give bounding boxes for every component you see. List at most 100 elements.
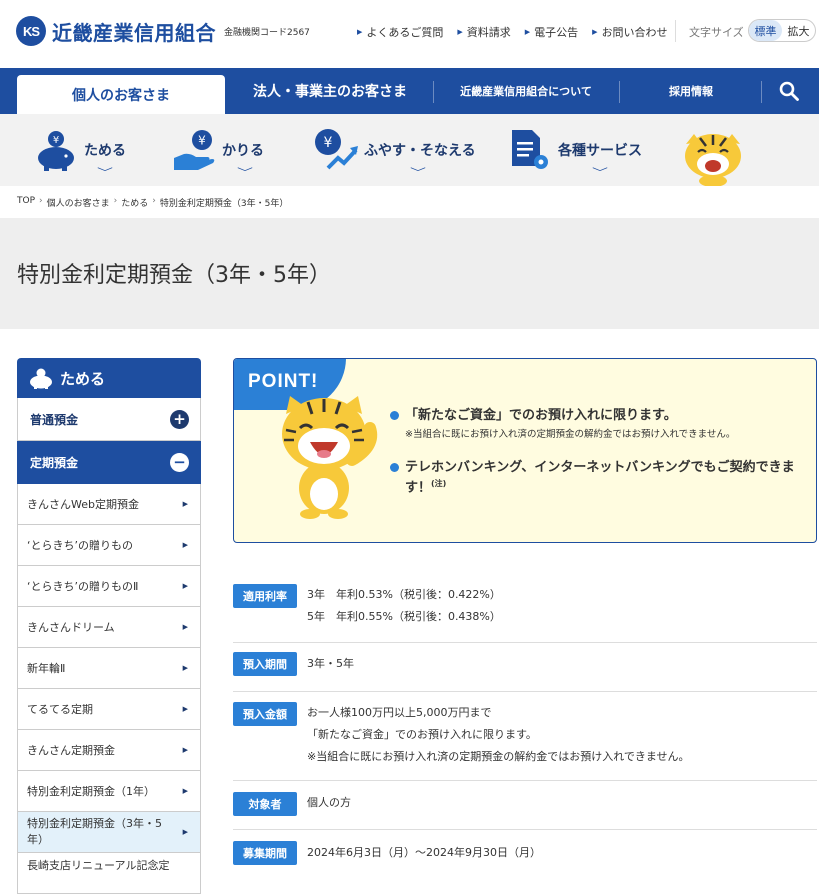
- svg-text:¥: ¥: [53, 135, 59, 146]
- sidebar-item-teiki[interactable]: 定期預金 −: [17, 441, 201, 484]
- site-header: KS 近畿産業信用組合 金融機関コード2567 ▶ よくあるご質問 ▶ 資料請求 ▶…: [0, 0, 819, 68]
- logo-mark: KS: [16, 16, 46, 46]
- font-size-label: 文字サイズ: [689, 26, 744, 39]
- svg-text:¥: ¥: [324, 135, 333, 151]
- point-bullet: テレホンバンキング、インターネットバンキングでもご契約できます！(注): [390, 458, 806, 499]
- sidebar-item-label: 普通預金: [30, 412, 79, 427]
- chevron-right-icon: ›: [152, 196, 156, 206]
- sidebar-subitem[interactable]: 新年輪Ⅱ ▶: [17, 648, 201, 689]
- piggy-bank-icon: [30, 368, 52, 389]
- breadcrumb-personal[interactable]: 個人のお客さま: [47, 196, 110, 209]
- breadcrumb-top[interactable]: TOP: [17, 196, 35, 209]
- sidebar-subitem[interactable]: きんさんWeb定期預金 ▶: [17, 484, 201, 525]
- coin-hand-icon: ¥: [174, 130, 215, 170]
- chevron-right-icon: ›: [113, 196, 118, 206]
- chevron-right-icon: ▶: [457, 28, 463, 36]
- detail-label: 募集期間: [233, 841, 297, 865]
- breadcrumb-current: 特別金利定期預金（3年・5年）: [159, 199, 289, 209]
- site-logo[interactable]: KS 近畿産業信用組合: [16, 16, 216, 46]
- chevron-down-icon: ﹀: [410, 168, 426, 179]
- breadcrumb: TOP › 個人のお客さま › ためる › 特別金利定期預金（3年・5年）: [17, 196, 288, 209]
- sidebar-subitem[interactable]: きんさん定期預金 ▶: [17, 730, 201, 771]
- sidebar-subitem[interactable]: きんさんドリーム ▶: [17, 607, 201, 648]
- detail-row-target: 対象者 個人の方: [233, 781, 817, 830]
- sidebar-subitem[interactable]: てるてる定期 ▶: [17, 689, 201, 730]
- chevron-right-icon: ▶: [182, 746, 188, 754]
- util-link-faq[interactable]: ▶ よくあるご質問: [357, 24, 443, 40]
- category-label: かりる: [222, 143, 264, 159]
- svg-text:¥: ¥: [198, 134, 206, 148]
- detail-label: 預入金額: [233, 702, 297, 726]
- sidebar-subitem-current[interactable]: 特別金利定期預金（3年・5年） ▶: [17, 812, 201, 853]
- chevron-right-icon: ▶: [182, 827, 188, 836]
- category-fuyasu[interactable]: ¥ ふやす・そなえる: [314, 114, 476, 186]
- chevron-right-icon: ▶: [182, 705, 188, 713]
- sidebar-heading: ためる: [17, 358, 201, 398]
- util-link-label: よくあるご質問: [366, 26, 444, 39]
- detail-row-campaign: 募集期間 2024年6月3日（月）～2024年9月30日（月）: [233, 830, 817, 871]
- category-services[interactable]: 各種サービス: [508, 114, 642, 186]
- sidebar-item-futsu[interactable]: 普通預金 +: [17, 398, 201, 441]
- divider: [433, 81, 434, 103]
- bullet-dot: [390, 411, 399, 420]
- detail-value: 3年・5年: [307, 653, 354, 675]
- chevron-right-icon: ▶: [182, 623, 188, 631]
- chevron-right-icon: ▶: [182, 500, 188, 508]
- detail-line: 3年・5年: [307, 657, 354, 670]
- search-icon[interactable]: [779, 81, 799, 101]
- sidebar-subitem[interactable]: 長崎支店リニューアル記念定: [17, 853, 201, 894]
- sidebar: ためる 普通預金 + 定期預金 − きんさんWeb定期預金 ▶ ‘とらきち’の贈り…: [17, 358, 201, 894]
- font-size-large-button[interactable]: 拡大: [782, 20, 815, 41]
- util-link-label: 資料請求: [466, 26, 511, 39]
- detail-line: お一人様100万円以上5,000万円まで: [307, 706, 492, 719]
- minus-icon[interactable]: −: [170, 452, 189, 472]
- divider: [619, 81, 620, 103]
- detail-line: 2024年6月3日（月）～2024年9月30日（月）: [307, 846, 541, 859]
- chevron-right-icon: ▶: [182, 664, 188, 672]
- tab-personal[interactable]: 個人のお客さま: [17, 75, 225, 114]
- tab-business[interactable]: 法人・事業主のお客さま: [232, 68, 428, 114]
- util-link-label: お問い合わせ: [601, 26, 668, 39]
- sidebar-subitem-label: ‘とらきち’の贈りもの: [27, 539, 133, 552]
- growth-coin-icon: ¥: [315, 129, 358, 170]
- sidebar-subitem[interactable]: ‘とらきち’の贈りもの ▶: [17, 525, 201, 566]
- chevron-right-icon: ›: [39, 196, 43, 206]
- detail-line: 5年 年利0.55%（税引後：0.438%）: [307, 610, 501, 623]
- sidebar-subitem-label: 新年輪Ⅱ: [27, 662, 66, 675]
- sidebar-subitem-label: きんさんドリーム: [27, 621, 115, 634]
- sidebar-subitem[interactable]: 特別金利定期預金（1年） ▶: [17, 771, 201, 812]
- chevron-down-icon: ﹀: [97, 168, 113, 179]
- tab-recruit[interactable]: 採用情報: [624, 68, 758, 114]
- sidebar-subitem-label: きんさん定期預金: [27, 744, 115, 757]
- chevron-right-icon: ▶: [592, 28, 598, 36]
- detail-row-period: 預入期間 3年・5年: [233, 643, 817, 692]
- divider: [675, 20, 676, 42]
- breadcrumb-tameru[interactable]: ためる: [121, 196, 148, 209]
- utility-links: ▶ よくあるご質問 ▶ 資料請求 ▶ 電子公告 ▶ お問い合わせ: [357, 24, 668, 40]
- bank-code: 金融機関コード2567: [224, 28, 310, 38]
- font-size-standard-button[interactable]: 標準: [749, 20, 782, 41]
- detail-row-rate: 適用利率 3年 年利0.53%（税引後：0.422%） 5年 年利0.55%（税…: [233, 581, 817, 643]
- chevron-right-icon: ▶: [182, 787, 188, 795]
- util-link-notice[interactable]: ▶ 電子公告: [525, 24, 578, 40]
- point-bullet-text: テレホンバンキング、インターネットバンキングでもご契約できます！(注): [405, 458, 806, 499]
- sidebar-subitem-label: 特別金利定期預金（1年）: [27, 785, 155, 798]
- tab-about[interactable]: 近畿産業信用組合について: [438, 68, 614, 114]
- plus-icon[interactable]: +: [170, 409, 189, 429]
- util-link-contact[interactable]: ▶ お問い合わせ: [592, 24, 667, 40]
- chevron-right-icon: ▶: [357, 28, 363, 36]
- detail-label: 預入期間: [233, 652, 297, 676]
- sidebar-subitem-label: 特別金利定期預金（3年・5年）: [27, 817, 162, 846]
- point-bullet-text: 「新たなご資金」でのお預け入れに限ります。 ※当組合に既にお預け入れ済の定期預金…: [405, 406, 735, 443]
- divider: [761, 81, 762, 103]
- point-bullet: 「新たなご資金」でのお預け入れに限ります。 ※当組合に既にお預け入れ済の定期預金…: [390, 406, 735, 443]
- bullet-dot: [390, 463, 399, 472]
- detail-line: ※当組合に既にお預け入れ済の定期預金の解約金ではお預け入れできません。: [307, 750, 690, 763]
- chevron-right-icon: ▶: [182, 541, 188, 549]
- sidebar-subitem-label: てるてる定期: [27, 703, 93, 716]
- detail-value: お一人様100万円以上5,000万円まで 「新たなご資金」でのお預け入れに限りま…: [307, 702, 690, 768]
- sidebar-subitem[interactable]: ‘とらきち’の贈りものⅡ ▶: [17, 566, 201, 607]
- sidebar-subitem-label: きんさんWeb定期預金: [27, 498, 139, 511]
- tiger-mascot-icon: [282, 396, 378, 519]
- util-link-brochure[interactable]: ▶ 資料請求: [457, 24, 510, 40]
